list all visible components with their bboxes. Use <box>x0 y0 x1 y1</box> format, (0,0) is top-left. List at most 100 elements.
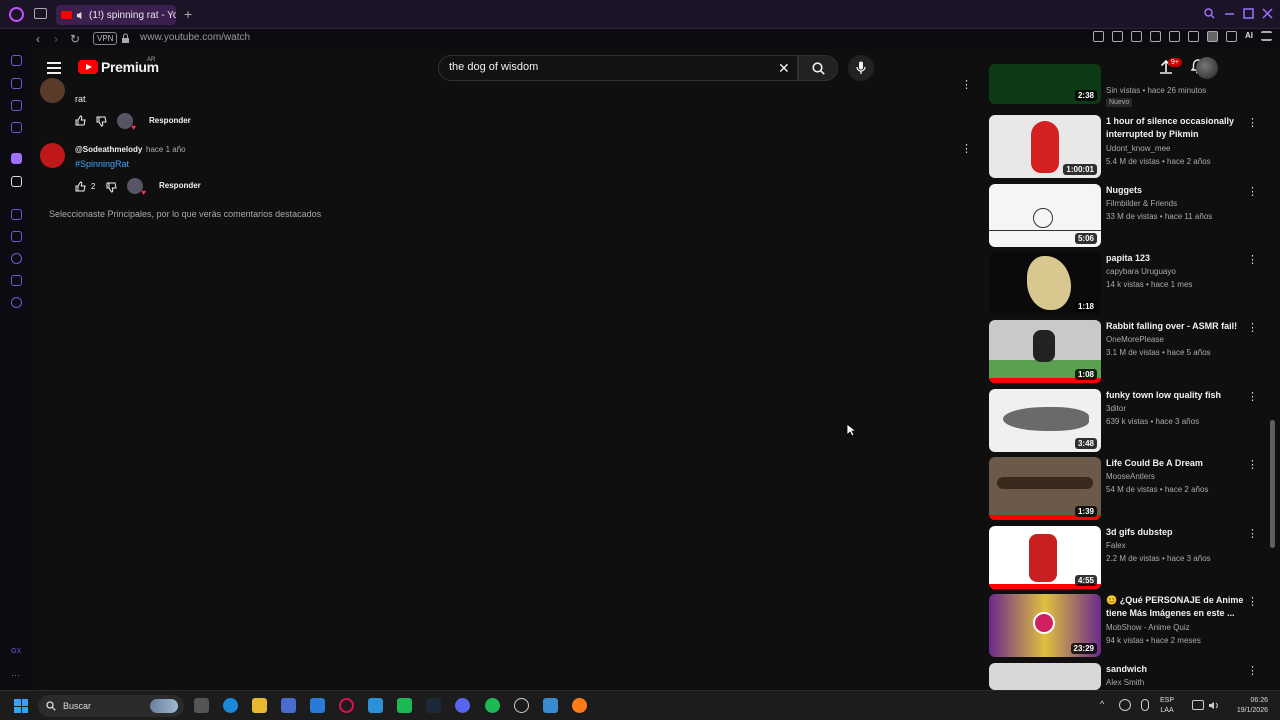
sidebar-pinboard-icon[interactable] <box>11 231 22 242</box>
minimize-icon[interactable] <box>1224 8 1235 19</box>
firefox-icon[interactable] <box>572 698 587 713</box>
browser-tab-active[interactable]: (1!) spinning rat - YouTube <box>56 5 176 25</box>
comment-menu-icon[interactable]: ⋮ <box>961 142 972 155</box>
video-menu-icon[interactable]: ⋮ <box>1247 185 1258 198</box>
channel-name[interactable]: Falex <box>1106 541 1126 550</box>
video-menu-icon[interactable]: ⋮ <box>1247 458 1258 471</box>
video-menu-icon[interactable]: ⋮ <box>1247 664 1258 677</box>
keyboard-language[interactable]: ESP LAA <box>1160 696 1174 716</box>
file-explorer-icon[interactable] <box>252 698 267 713</box>
voice-search-button[interactable] <box>848 55 874 81</box>
video-thumbnail[interactable] <box>989 663 1101 690</box>
recommendation-item[interactable]: 23:29 😊 ¿Qué PERSONAJE de Anime tiene Má… <box>989 594 1269 657</box>
sidebar-aria-icon[interactable] <box>11 55 22 66</box>
recommendation-item[interactable]: 1:08 Rabbit falling over - ASMR fail! On… <box>989 320 1269 383</box>
video-menu-icon[interactable]: ⋮ <box>1247 527 1258 540</box>
channel-name[interactable]: MooseAntlers <box>1106 472 1155 481</box>
video-title[interactable]: Nuggets <box>1106 184 1244 197</box>
comment-time[interactable]: hace 1 año <box>146 145 186 154</box>
recommendation-item[interactable]: 2:38 Sin vistas • hace 26 minutos Nuevo <box>989 64 1269 107</box>
url-text[interactable]: www.youtube.com/watch <box>140 32 250 43</box>
recommendation-item[interactable]: 3:48 funky town low quality fish 3ditor … <box>989 389 1269 452</box>
reply-button[interactable]: Responder <box>159 181 201 190</box>
sidebar-extensions-icon[interactable] <box>11 275 22 286</box>
comment-menu-icon[interactable]: ⋮ <box>961 78 972 91</box>
video-thumbnail[interactable]: 23:29 <box>989 594 1101 657</box>
sidebar-vk-icon[interactable] <box>11 122 22 133</box>
sync-icon[interactable] <box>1119 699 1131 711</box>
pin-icon[interactable] <box>1093 31 1104 42</box>
video-title[interactable]: Rabbit falling over - ASMR fail! <box>1106 320 1244 333</box>
download-icon[interactable] <box>1226 31 1237 42</box>
comment-author[interactable]: @Sodeathmelody <box>75 145 142 154</box>
video-thumbnail[interactable]: 1:08 <box>989 320 1101 383</box>
channel-name[interactable]: capybara Uruguayo <box>1106 267 1176 276</box>
search-button[interactable] <box>798 55 838 81</box>
taskbar-search[interactable]: Buscar <box>38 695 184 717</box>
video-title[interactable]: 1 hour of silence occasionally interrupt… <box>1106 115 1244 141</box>
comment-author-avatar[interactable] <box>40 143 65 168</box>
tab-overview-icon[interactable] <box>34 8 47 19</box>
lock-icon[interactable] <box>121 33 130 44</box>
speaker-icon[interactable] <box>76 11 85 20</box>
channel-name[interactable]: Udont_know_mee <box>1106 144 1170 153</box>
channel-name[interactable]: Alex Smith <box>1106 678 1144 687</box>
video-title[interactable]: papita 123 <box>1106 252 1244 265</box>
search-input[interactable] <box>449 61 769 73</box>
sidebar-history-icon[interactable] <box>11 253 22 264</box>
network-icon[interactable] <box>1192 700 1204 710</box>
menu-icon[interactable] <box>1261 31 1272 41</box>
edge-icon[interactable] <box>223 698 238 713</box>
video-thumbnail[interactable]: 4:55 <box>989 526 1101 589</box>
windows-start-icon[interactable] <box>14 699 28 713</box>
back-icon[interactable]: ‹ <box>36 32 40 46</box>
video-thumbnail[interactable]: 5:06 <box>989 184 1101 247</box>
search-tabs-icon[interactable] <box>1204 8 1215 19</box>
video-title[interactable]: funky town low quality fish <box>1106 389 1244 402</box>
opera-gx-icon[interactable] <box>339 698 354 713</box>
store-icon[interactable] <box>281 698 296 713</box>
task-view-icon[interactable] <box>194 698 209 713</box>
video-thumbnail[interactable]: 2:38 <box>989 64 1101 104</box>
recommendation-item[interactable]: 1:00:01 1 hour of silence occasionally i… <box>989 115 1269 178</box>
youtube-logo-icon[interactable] <box>78 60 98 74</box>
video-title[interactable]: 3d gifs dubstep <box>1106 526 1244 539</box>
tray-overflow-icon[interactable]: ^ <box>1100 699 1104 709</box>
search-box[interactable] <box>438 55 798 81</box>
sidebar-workspace-icon[interactable] <box>11 78 22 89</box>
play-icon[interactable] <box>1150 31 1161 42</box>
like-icon[interactable] <box>75 115 86 126</box>
video-menu-icon[interactable]: ⋮ <box>1247 253 1258 266</box>
video-thumbnail[interactable]: 3:48 <box>989 389 1101 452</box>
spotify-icon[interactable] <box>485 698 500 713</box>
sidebar-settings-icon[interactable] <box>11 297 22 308</box>
recommendation-item[interactable]: 4:55 3d gifs dubstep Falex 2.2 M de vist… <box>989 526 1269 589</box>
page-scrollbar[interactable] <box>1270 420 1275 548</box>
microphone-tray-icon[interactable] <box>1141 699 1149 711</box>
new-tab-button[interactable]: + <box>184 6 192 22</box>
video-title[interactable]: Life Could Be A Dream <box>1106 457 1244 470</box>
recommendation-item[interactable]: 1:18 papita 123 capybara Uruguayo 14 k v… <box>989 252 1269 315</box>
steam-icon[interactable] <box>426 698 441 713</box>
mail-icon[interactable] <box>310 698 325 713</box>
heart-icon[interactable] <box>1169 31 1180 42</box>
dislike-icon[interactable] <box>106 182 117 193</box>
photos-icon[interactable] <box>543 698 558 713</box>
close-window-icon[interactable] <box>1262 8 1273 19</box>
dislike-icon[interactable] <box>96 116 107 127</box>
hamburger-menu-icon[interactable] <box>47 62 61 74</box>
reload-icon[interactable]: ↻ <box>70 32 80 46</box>
comment-hashtag-link[interactable]: #SpinningRat <box>75 159 129 169</box>
maximize-icon[interactable] <box>1243 8 1254 19</box>
volume-icon[interactable] <box>1208 700 1219 711</box>
channel-name[interactable]: 3ditor <box>1106 404 1126 413</box>
discord-icon[interactable] <box>455 698 470 713</box>
video-thumbnail[interactable]: 1:18 <box>989 252 1101 315</box>
vpn-badge[interactable]: VPN <box>93 32 118 45</box>
profile-icon[interactable] <box>1207 31 1218 42</box>
video-thumbnail[interactable]: 1:39 <box>989 457 1101 520</box>
channel-name[interactable]: OneMorePlease <box>1106 335 1164 344</box>
sidebar-twitch-icon[interactable] <box>11 153 22 164</box>
snapshot-icon[interactable] <box>1112 31 1123 42</box>
comment-author-avatar[interactable] <box>40 78 65 103</box>
